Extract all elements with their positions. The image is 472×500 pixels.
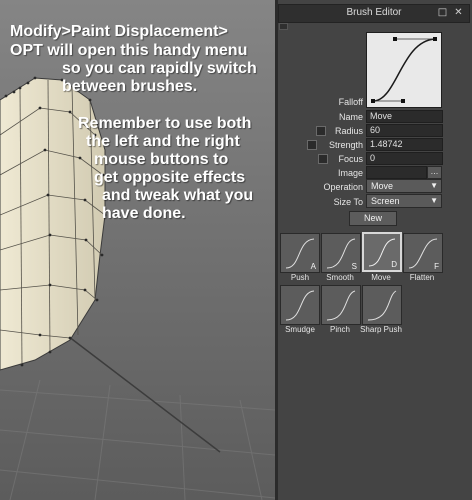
image-field[interactable] — [366, 166, 427, 179]
strength-label: Strength — [328, 140, 363, 150]
tip-line-9: and tweak what you — [102, 187, 254, 204]
panel-grip-handle[interactable] — [279, 23, 288, 30]
focus-label: Focus — [338, 154, 363, 164]
falloff-curve — [371, 37, 437, 103]
curve-icon — [285, 290, 315, 321]
brush-editor-panel: Brush Editor □ ✕ Falloff Name Move Radiu… — [278, 0, 472, 500]
tip-line-10: have done. — [102, 205, 186, 222]
brush-sharp-push-label: Sharp Push — [360, 325, 402, 334]
close-icon[interactable]: ✕ — [453, 7, 464, 18]
brush-key: A — [310, 262, 316, 271]
sizeto-dropdown[interactable]: Screen ▼ — [366, 194, 442, 208]
operation-dropdown[interactable]: Move ▼ — [366, 179, 442, 193]
brush-sharp-push-button[interactable] — [362, 285, 402, 325]
brush-flatten-label: Flatten — [409, 273, 435, 282]
new-brush-button[interactable]: New — [349, 211, 397, 226]
brush-move-label: Move — [371, 273, 391, 282]
strength-checkbox[interactable] — [307, 140, 317, 150]
brush-smudge-label: Smudge — [285, 325, 315, 334]
chevron-down-icon: ▼ — [430, 196, 438, 205]
tip-line-3: so you can rapidly switch — [62, 60, 257, 77]
brush-pinch-button[interactable] — [321, 285, 361, 325]
brush-flatten-button[interactable]: F — [403, 233, 443, 273]
brush-key: F — [434, 262, 439, 271]
focus-field[interactable]: 0 — [366, 152, 443, 165]
tip-line-4: between brushes. — [62, 78, 198, 95]
tip-line-6: the left and the right — [86, 133, 240, 150]
brush-pinch-label: Pinch — [329, 325, 350, 334]
radius-label: Radius — [334, 126, 363, 136]
tip-line-5: Remember to use both — [78, 115, 252, 132]
brush-push-button[interactable]: A — [280, 233, 320, 273]
brush-push-label: Push — [290, 273, 310, 282]
falloff-curve-editor[interactable] — [366, 32, 442, 108]
image-browse-button[interactable]: ... — [427, 166, 442, 179]
chevron-down-icon: ▼ — [430, 181, 438, 190]
brush-move-button[interactable]: D — [362, 232, 402, 272]
tip-line-7: mouse buttons to — [94, 151, 229, 168]
brush-key: S — [351, 262, 357, 271]
name-field[interactable]: Move — [366, 110, 443, 123]
strength-field[interactable]: 1.48742 — [366, 138, 443, 151]
falloff-label: Falloff — [338, 97, 363, 107]
brush-smooth-button[interactable]: S — [321, 233, 361, 273]
float-window-icon[interactable]: □ — [437, 7, 448, 18]
sizeto-label: Size To — [333, 197, 363, 207]
operation-label: Operation — [323, 182, 363, 192]
panel-titlebar[interactable]: Brush Editor □ ✕ — [278, 4, 470, 23]
tip-line-8: get opposite effects — [94, 169, 246, 186]
operation-value: Move — [371, 181, 394, 191]
sizeto-value: Screen — [371, 196, 400, 206]
curve-icon — [367, 290, 397, 321]
tip-line-2: OPT will open this handy menu — [10, 42, 248, 59]
image-label: Image — [337, 168, 363, 178]
curve-icon — [326, 290, 356, 321]
brush-smooth-label: Smooth — [326, 273, 354, 282]
focus-checkbox[interactable] — [318, 154, 328, 164]
brush-key: D — [391, 260, 397, 269]
name-label: Name — [338, 112, 363, 122]
radius-checkbox[interactable] — [316, 126, 326, 136]
3d-viewport[interactable]: Modify>Paint Displacement> OPT will open… — [0, 0, 275, 500]
brush-smudge-button[interactable] — [280, 285, 320, 325]
radius-field[interactable]: 60 — [366, 124, 443, 137]
tip-line-1: Modify>Paint Displacement> — [10, 23, 228, 40]
